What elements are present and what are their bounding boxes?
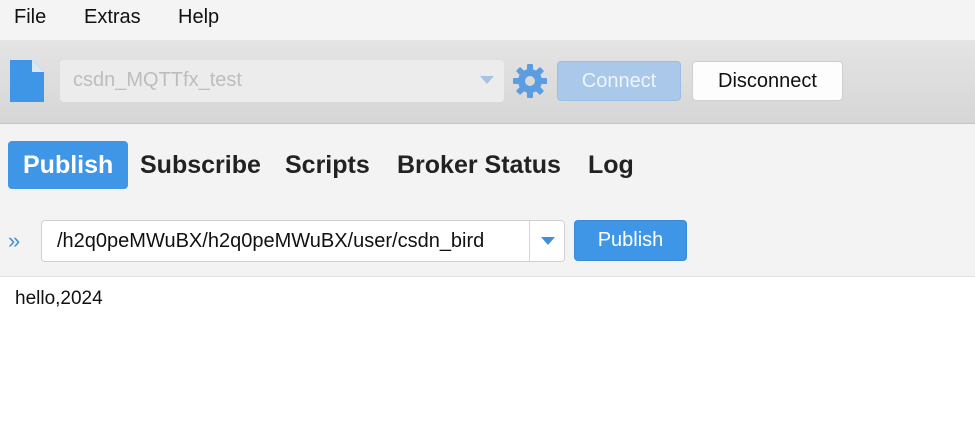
double-chevron-right-icon[interactable]: »: [8, 230, 20, 252]
menu-help[interactable]: Help: [178, 6, 219, 31]
tab-scripts[interactable]: Scripts: [285, 141, 370, 189]
topic-input[interactable]: [42, 221, 530, 261]
disconnect-button[interactable]: Disconnect: [692, 61, 843, 101]
menu-bar: File Extras Help: [0, 0, 975, 40]
connection-profile-value: csdn_MQTTfx_test: [73, 69, 242, 91]
gear-icon[interactable]: [511, 62, 549, 100]
tab-log[interactable]: Log: [588, 141, 634, 189]
tab-bar: Publish Subscribe Scripts Broker Status …: [0, 124, 975, 210]
topic-combobox[interactable]: [41, 220, 565, 262]
topic-dropdown-button[interactable]: [529, 221, 564, 261]
file-icon[interactable]: [10, 60, 44, 102]
publish-toolbar: » Publish: [0, 210, 975, 276]
menu-extras[interactable]: Extras: [84, 6, 141, 31]
message-text: hello,2024: [15, 288, 103, 309]
tab-publish[interactable]: Publish: [8, 141, 129, 189]
menu-file[interactable]: File: [14, 6, 46, 31]
publish-button[interactable]: Publish: [574, 220, 687, 261]
tab-broker-status[interactable]: Broker Status: [397, 141, 561, 189]
chevron-down-icon[interactable]: [480, 76, 494, 84]
chevron-down-icon: [541, 237, 555, 245]
message-editor[interactable]: hello,2024: [0, 276, 975, 427]
connection-toolbar: csdn_MQTTfx_test Connect Disconnect: [0, 40, 975, 124]
connection-profile-select[interactable]: csdn_MQTTfx_test: [60, 60, 504, 102]
tab-subscribe[interactable]: Subscribe: [140, 141, 261, 189]
connect-button[interactable]: Connect: [557, 61, 681, 101]
